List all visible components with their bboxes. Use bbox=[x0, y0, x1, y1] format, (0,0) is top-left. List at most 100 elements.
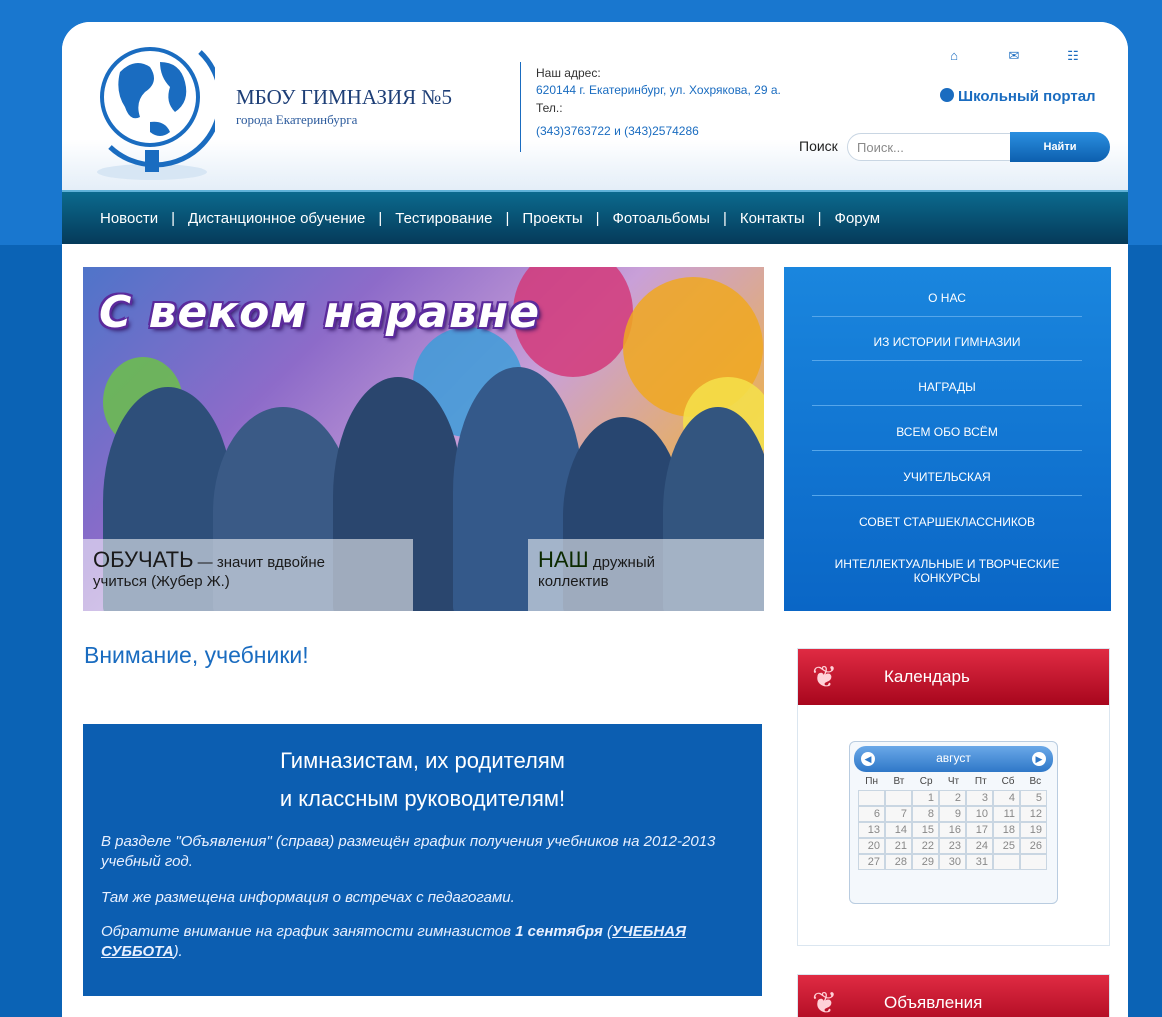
banner-caption-team: НАШ дружный коллектив bbox=[528, 539, 764, 611]
calendar-widget-header: ❦ Календарь bbox=[798, 649, 1109, 705]
calendar-day[interactable]: 24 bbox=[966, 838, 993, 854]
caption-quote-bold: ОБУЧАТЬ bbox=[93, 547, 194, 572]
calendar-day[interactable]: 2 bbox=[939, 790, 966, 806]
school-portal-label: Школьный портал bbox=[958, 88, 1096, 105]
phone-text: (343)3763722 и (343)2574286 bbox=[536, 124, 699, 138]
calendar-empty-cell bbox=[885, 790, 912, 806]
calendar-day[interactable]: 7 bbox=[885, 806, 912, 822]
header-divider bbox=[520, 62, 521, 152]
calendar-day[interactable]: 31 bbox=[966, 854, 993, 870]
notice-p3-open: ( bbox=[602, 923, 613, 940]
calendar-widget: ❦ Календарь ◀ август ▶ Пн Вт Ср Чт Пт Сб Вс 12… bbox=[797, 648, 1110, 946]
calendar-day[interactable]: 4 bbox=[993, 790, 1020, 806]
calendar-day[interactable]: 5 bbox=[1020, 790, 1047, 806]
calendar-grid: 1 2 3 4 5 6 7 8 9 10 11 12 13 14 15 16 17 18 19 20 21 22 23 24 2… bbox=[858, 790, 1049, 870]
calendar-weekday: Ср bbox=[919, 776, 933, 787]
next-month-icon[interactable]: ▶ bbox=[1032, 752, 1046, 766]
calendar-day[interactable]: 28 bbox=[885, 854, 912, 870]
nav-item-contacts[interactable]: Контакты bbox=[740, 210, 805, 227]
calendar-day[interactable]: 8 bbox=[912, 806, 939, 822]
banner-slideshow[interactable]: С веком наравне ОБУЧАТЬ — значит вдвойне… bbox=[83, 267, 764, 611]
phone-label: Тел.: bbox=[536, 101, 563, 115]
notice-paragraph-1: В разделе "Объявления" (справа) размещён… bbox=[101, 833, 716, 870]
site-header: МБОУ ГИМНАЗИЯ №5 города Екатеринбурга На… bbox=[62, 22, 1128, 190]
caption-quote-line2: учиться (Жубер Ж.) bbox=[93, 573, 230, 590]
nav-separator: | bbox=[817, 209, 822, 227]
calendar-day[interactable]: 3 bbox=[966, 790, 993, 806]
calendar-empty-cell bbox=[858, 790, 885, 806]
nav-separator: | bbox=[378, 209, 383, 227]
calendar-day[interactable]: 11 bbox=[993, 806, 1020, 822]
nav-item-news[interactable]: Новости bbox=[100, 210, 158, 227]
calendar-day[interactable]: 23 bbox=[939, 838, 966, 854]
calendar-weekday: Вт bbox=[893, 776, 905, 787]
calendar-widget-title: Календарь bbox=[884, 667, 970, 686]
calendar-day[interactable]: 25 bbox=[993, 838, 1020, 854]
side-menu-item-contests[interactable]: ИНТЕЛЛЕКТУАЛЬНЫЕ И ТВОРЧЕСКИЕ КОНКУРСЫ bbox=[812, 557, 1082, 596]
caption-team-rest: дружный bbox=[588, 554, 655, 571]
calendar-day[interactable]: 19 bbox=[1020, 822, 1047, 838]
maple-leaf-icon: ❦ bbox=[812, 987, 838, 1017]
calendar-weekday: Сб bbox=[1001, 776, 1015, 787]
calendar-day[interactable]: 12 bbox=[1020, 806, 1047, 822]
sitemap-icon[interactable]: ☷ bbox=[1065, 48, 1081, 64]
mail-icon[interactable]: ✉ bbox=[1006, 48, 1022, 64]
calendar-day[interactable]: 6 bbox=[858, 806, 885, 822]
nav-item-distance-learning[interactable]: Дистанционное обучение bbox=[188, 210, 365, 227]
notice-heading-1: Гимназистам, их родителям bbox=[280, 748, 565, 773]
calendar-weekdays: Пн Вт Ср Чт Пт Сб Вс bbox=[858, 776, 1049, 787]
caption-quote-rest: — значит вдвойне bbox=[193, 554, 325, 571]
nav-separator: | bbox=[505, 209, 510, 227]
calendar-day[interactable]: 27 bbox=[858, 854, 885, 870]
calendar-empty-cell bbox=[1020, 854, 1047, 870]
calendar-day[interactable]: 29 bbox=[912, 854, 939, 870]
search-input[interactable] bbox=[847, 133, 1012, 161]
nav-item-testing[interactable]: Тестирование bbox=[395, 210, 492, 227]
calendar-day[interactable]: 13 bbox=[858, 822, 885, 838]
calendar-day[interactable]: 1 bbox=[912, 790, 939, 806]
nav-item-projects[interactable]: Проекты bbox=[522, 210, 582, 227]
address-text: 620144 г. Екатеринбург, ул. Хохрякова, 2… bbox=[536, 83, 781, 97]
school-name: МБОУ ГИМНАЗИЯ №5 bbox=[236, 85, 452, 109]
side-menu-item-about[interactable]: О НАС bbox=[812, 291, 1082, 317]
side-menu-item-history[interactable]: ИЗ ИСТОРИИ ГИМНАЗИИ bbox=[812, 335, 1082, 361]
side-menu-item-student-council[interactable]: СОВЕТ СТАРШЕКЛАССНИКОВ bbox=[812, 515, 1082, 540]
calendar-day[interactable]: 30 bbox=[939, 854, 966, 870]
banner-title: С веком наравне bbox=[99, 287, 541, 338]
article-title[interactable]: Внимание, учебники! bbox=[84, 642, 309, 669]
search-label: Поиск bbox=[799, 138, 838, 154]
calendar-day[interactable]: 15 bbox=[912, 822, 939, 838]
school-portal-link[interactable]: Школьный портал bbox=[940, 88, 1096, 105]
nav-item-photo-albums[interactable]: Фотоальбомы bbox=[613, 210, 710, 227]
home-icon[interactable]: ⌂ bbox=[946, 48, 962, 64]
caption-team-line2: коллектив bbox=[538, 573, 609, 590]
calendar-empty-cell bbox=[993, 854, 1020, 870]
calendar-day[interactable]: 20 bbox=[858, 838, 885, 854]
notice-p3-start: Обратите внимание на график занятости ги… bbox=[101, 923, 516, 940]
side-menu: О НАС ИЗ ИСТОРИИ ГИМНАЗИИ НАГРАДЫ ВСЕМ О… bbox=[784, 267, 1111, 611]
portal-globe-icon bbox=[940, 88, 954, 102]
side-menu-item-awards[interactable]: НАГРАДЫ bbox=[812, 380, 1082, 406]
calendar-day[interactable]: 21 bbox=[885, 838, 912, 854]
announcements-widget-title: Объявления bbox=[884, 993, 983, 1012]
nav-separator: | bbox=[722, 209, 727, 227]
calendar-day[interactable]: 14 bbox=[885, 822, 912, 838]
calendar-day[interactable]: 22 bbox=[912, 838, 939, 854]
calendar-day[interactable]: 9 bbox=[939, 806, 966, 822]
calendar-day[interactable]: 17 bbox=[966, 822, 993, 838]
calendar-day[interactable]: 18 bbox=[993, 822, 1020, 838]
calendar-day[interactable]: 26 bbox=[1020, 838, 1047, 854]
calendar-day[interactable]: 10 bbox=[966, 806, 993, 822]
nav-item-forum[interactable]: Форум bbox=[835, 210, 881, 227]
notice-p3-date: 1 сентября bbox=[515, 923, 603, 940]
calendar-weekday: Пн bbox=[865, 776, 878, 787]
calendar-day[interactable]: 16 bbox=[939, 822, 966, 838]
nav-separator: | bbox=[171, 209, 175, 227]
search-button[interactable]: Найти bbox=[1010, 132, 1110, 162]
side-menu-item-everything[interactable]: ВСЕМ ОБО ВСЁМ bbox=[812, 425, 1082, 451]
globe-logo-icon[interactable] bbox=[90, 32, 215, 182]
calendar-weekday: Чт bbox=[947, 776, 960, 787]
announcements-widget-header: ❦ Объявления bbox=[798, 975, 1109, 1017]
calendar-weekday: Вс bbox=[1029, 776, 1042, 787]
side-menu-item-teachers-room[interactable]: УЧИТЕЛЬСКАЯ bbox=[812, 470, 1082, 496]
